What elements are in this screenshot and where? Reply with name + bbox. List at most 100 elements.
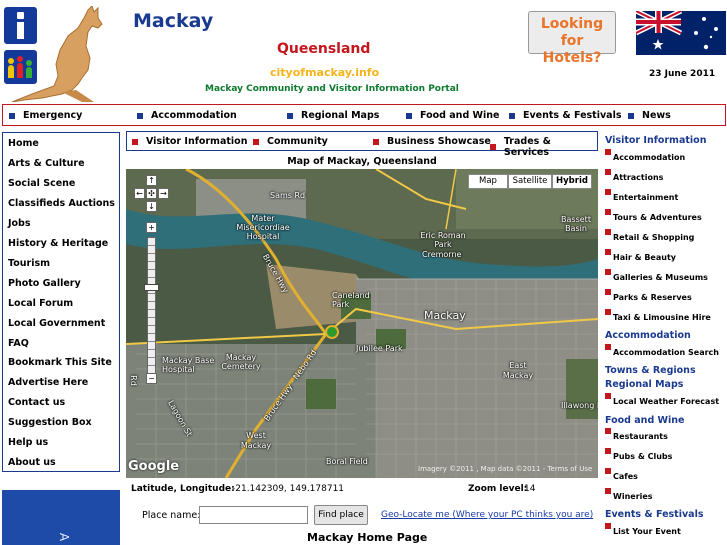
- left-nav-arts-culture[interactable]: Arts & Culture: [8, 158, 85, 169]
- right-item-galleries[interactable]: Galleries & Museums: [613, 273, 708, 282]
- pan-center-icon[interactable]: ✣: [146, 188, 157, 199]
- top-nav-events-festivals[interactable]: Events & Festivals: [509, 110, 622, 121]
- top-nav-food-and-wine[interactable]: Food and Wine: [406, 110, 500, 121]
- left-nav-about[interactable]: About us: [8, 457, 56, 468]
- right-heading-towns-regions[interactable]: Towns & Regions: [605, 365, 696, 376]
- right-item-restaurants[interactable]: Restaurants: [613, 432, 668, 441]
- map-type-map-button[interactable]: Map: [468, 174, 508, 189]
- zoom-out-icon[interactable]: −: [146, 373, 157, 384]
- right-item-list-event[interactable]: List Your Event: [613, 527, 681, 536]
- right-item-accommodation-search[interactable]: Accommodation Search: [613, 348, 719, 357]
- hotels-button[interactable]: Looking for Hotels?: [528, 11, 616, 66]
- sub-nav: Visitor Information Community Business S…: [126, 131, 598, 158]
- bullet-icon: [605, 269, 611, 275]
- right-item-weather[interactable]: Local Weather Forecast: [613, 397, 719, 406]
- right-item-entertainment[interactable]: Entertainment: [613, 193, 678, 202]
- sub-nav-trades-services[interactable]: Trades & Services: [490, 136, 597, 158]
- right-item-hair-beauty[interactable]: Hair & Beauty: [613, 253, 676, 262]
- latlng-label: Latitude, Longitude:: [131, 484, 235, 494]
- right-heading-accommodation[interactable]: Accommodation: [605, 330, 691, 341]
- latlng-value: -21.142309, 149.178711: [232, 484, 345, 494]
- map-label-jubilee-park: Jubilee Park: [356, 344, 403, 353]
- right-item-retail[interactable]: Retail & Shopping: [613, 233, 694, 242]
- left-nav-history[interactable]: History & Heritage: [8, 238, 108, 249]
- left-nav-suggestion-box[interactable]: Suggestion Box: [8, 417, 92, 428]
- right-heading-visitor-information[interactable]: Visitor Information: [605, 135, 706, 146]
- right-heading-food-wine[interactable]: Food and Wine: [605, 415, 685, 426]
- bullet-icon: [9, 112, 15, 119]
- map-label-mackay-base-hospital: Mackay Base Hospital: [162, 356, 215, 374]
- current-date: 23 June 2011: [649, 69, 716, 79]
- place-name-input[interactable]: [199, 506, 308, 524]
- top-nav-emergency[interactable]: Emergency: [9, 110, 82, 121]
- bullet-icon: [605, 289, 611, 295]
- left-nav-social-scene[interactable]: Social Scene: [8, 178, 75, 189]
- state-title: Queensland: [277, 41, 371, 57]
- right-item-pubs-clubs[interactable]: Pubs & Clubs: [613, 452, 672, 461]
- left-nav-advertise[interactable]: Advertise Here: [8, 377, 88, 388]
- bullet-icon: [406, 112, 412, 119]
- left-nav-photo-gallery[interactable]: Photo Gallery: [8, 278, 81, 289]
- home-page-title: Mackay Home Page: [307, 531, 428, 544]
- australia-flag-icon: [636, 11, 726, 55]
- site-title: Mackay: [133, 10, 214, 32]
- bullet-icon: [605, 249, 611, 255]
- left-nav-local-government[interactable]: Local Government: [8, 318, 105, 329]
- pan-down-icon[interactable]: ↓: [146, 201, 157, 212]
- right-item-parks[interactable]: Parks & Reserves: [613, 293, 692, 302]
- bullet-icon: [373, 138, 379, 145]
- find-place-button[interactable]: Find place: [314, 505, 368, 525]
- left-nav-faq[interactable]: FAQ: [8, 338, 29, 349]
- left-nav-contact[interactable]: Contact us: [8, 397, 65, 408]
- sub-nav-business-showcase[interactable]: Business Showcase: [373, 136, 491, 147]
- right-item-cafes[interactable]: Cafes: [613, 472, 638, 481]
- right-item-tours[interactable]: Tours & Adventures: [613, 213, 702, 222]
- right-heading-regional-maps[interactable]: Regional Maps: [605, 379, 683, 390]
- sub-nav-visitor-information[interactable]: Visitor Information: [132, 136, 247, 147]
- left-nav-local-forum[interactable]: Local Forum: [8, 298, 73, 309]
- bullet-icon: [132, 138, 138, 145]
- geolocate-link[interactable]: Geo-Locate me (Where your PC thinks you …: [381, 510, 593, 520]
- left-ad-banner[interactable]: A: [2, 490, 120, 545]
- zoom-in-icon[interactable]: +: [146, 222, 157, 233]
- right-heading-events-festivals[interactable]: Events & Festivals: [605, 509, 704, 520]
- map-label-mackay-cemetery: Mackay Cemetery: [221, 353, 261, 371]
- left-nav-classifieds[interactable]: Classifieds Auctions: [8, 198, 115, 209]
- map-label-mater-hospital: Mater Misericordiae Hospital: [236, 214, 290, 241]
- right-item-wineries[interactable]: Wineries: [613, 492, 653, 501]
- map-label-cremorne: Cremorne: [422, 250, 462, 259]
- zoom-slider[interactable]: [147, 237, 156, 379]
- bullet-icon: [490, 144, 496, 150]
- left-sidebar: Home Arts & Culture Social Scene Classif…: [2, 132, 120, 472]
- top-nav-regional-maps[interactable]: Regional Maps: [287, 110, 379, 121]
- left-nav-help[interactable]: Help us: [8, 437, 48, 448]
- pan-left-icon[interactable]: ←: [134, 188, 145, 199]
- bullet-icon: [605, 428, 611, 434]
- map-copyright[interactable]: Imagery ©2011 , Map data ©2011 - Terms o…: [418, 465, 592, 473]
- pan-up-icon[interactable]: ↑: [146, 175, 157, 186]
- map-label-eric-roman-park: Eric Roman Park: [420, 231, 466, 249]
- map-label-sams-rd: Sams Rd: [270, 191, 306, 200]
- map-type-hybrid-button[interactable]: Hybrid: [552, 174, 592, 189]
- bullet-icon: [605, 448, 611, 454]
- zoom-slider-knob[interactable]: [144, 284, 159, 291]
- map-view[interactable]: Map Satellite Hybrid ↑ ← ✣ → ↓ + − Sams …: [126, 169, 598, 478]
- site-url: cityofmackay.info: [270, 66, 380, 79]
- left-nav-home[interactable]: Home: [8, 138, 39, 149]
- map-label-boral-field: Boral Field: [326, 457, 368, 466]
- top-nav-accommodation[interactable]: Accommodation: [137, 110, 237, 121]
- map-type-satellite-button[interactable]: Satellite: [508, 174, 552, 189]
- right-item-taxi[interactable]: Taxi & Limousine Hire: [613, 313, 711, 322]
- bullet-icon: [605, 523, 611, 529]
- bullet-icon: [287, 112, 293, 119]
- pan-right-icon[interactable]: →: [158, 188, 169, 199]
- right-item-accommodation[interactable]: Accommodation: [613, 153, 685, 162]
- left-nav-jobs[interactable]: Jobs: [8, 218, 31, 229]
- left-nav-bookmark[interactable]: Bookmark This Site: [8, 357, 112, 368]
- bullet-icon: [137, 112, 143, 119]
- right-item-attractions[interactable]: Attractions: [613, 173, 663, 182]
- sub-nav-community[interactable]: Community: [253, 136, 328, 147]
- left-nav-tourism[interactable]: Tourism: [8, 258, 50, 269]
- bullet-icon: [605, 169, 611, 175]
- top-nav-news[interactable]: News: [628, 110, 671, 121]
